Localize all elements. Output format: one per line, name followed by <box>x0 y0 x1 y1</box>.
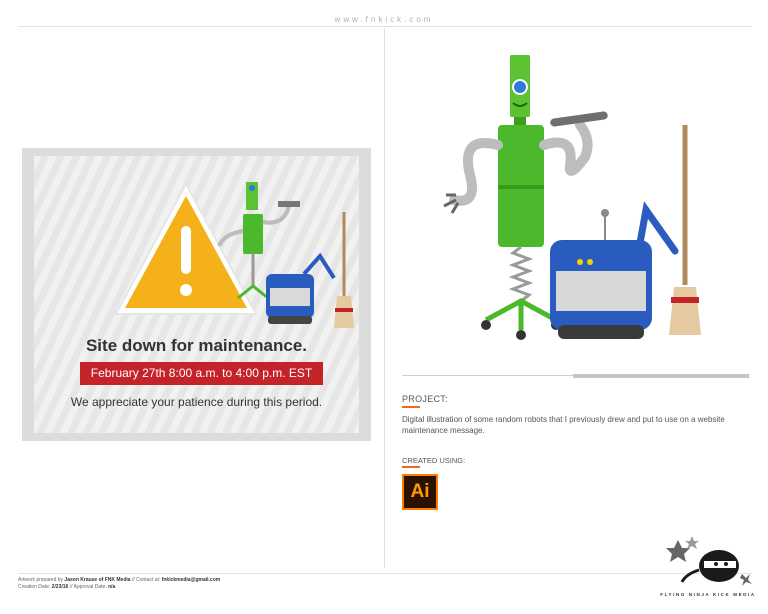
robot-neck <box>514 117 526 125</box>
footer-contact-prefix: // Contact at: <box>130 577 162 583</box>
maintenance-subtitle: We appreciate your patience during this … <box>70 395 323 409</box>
maintenance-mockup: Site down for maintenance. February 27th… <box>22 148 371 441</box>
ninja-eye-band <box>704 561 736 568</box>
robot-spring <box>508 245 534 303</box>
footer-created-date: 2/23/16 <box>51 584 69 590</box>
robot-left-arm <box>449 138 503 206</box>
footer-credits: Artwork prepared by Jason Krause of FNK … <box>18 577 220 591</box>
illustration-scroll-thumb[interactable] <box>573 374 749 378</box>
shuriken-icon-3 <box>740 574 752 586</box>
site-url: www.fnkick.com <box>334 15 434 24</box>
warning-robots-illustration <box>114 181 354 328</box>
blue-robot-antenna-tip <box>601 209 609 217</box>
robot-eye-icon <box>512 79 528 95</box>
project-description: Digital illustration of some random robo… <box>402 415 725 435</box>
created-using-heading: CREATED USING: <box>402 456 466 465</box>
green-robot-body <box>243 214 263 254</box>
ninja-tail <box>680 568 700 583</box>
footer-approval-date: n/a <box>108 584 116 590</box>
green-robot-eye <box>249 185 255 191</box>
footer-approval-prefix: // Approval Date: <box>68 584 109 590</box>
robots-illustration <box>443 55 701 340</box>
ninja-eye-right <box>724 562 728 566</box>
wrench-icon <box>278 201 300 207</box>
blue-robot-eye-right <box>587 259 593 265</box>
blue-robot-wheels <box>268 316 312 324</box>
project-heading: PROJECT: <box>402 394 448 404</box>
created-using-underline <box>402 466 420 468</box>
blue-robot-panel <box>270 288 310 306</box>
maintenance-mockup-canvas: Site down for maintenance. February 27th… <box>34 156 359 433</box>
maintenance-date-banner: February 27th 8:00 a.m. to 4:00 p.m. EST <box>80 362 323 385</box>
warning-exclamation-bar <box>181 226 191 274</box>
broom-band <box>671 297 699 303</box>
maintenance-title: Site down for maintenance. <box>85 336 308 355</box>
shuriken-icon-2 <box>685 536 699 549</box>
robot-wheel-left <box>481 320 491 330</box>
footer-line-1: Artwork prepared by Jason Krause of FNK … <box>18 577 220 584</box>
shuriken-icon-1 <box>666 540 690 562</box>
robot-wheel-center <box>516 330 526 340</box>
footer-email: fnkickmedia@gmail.com <box>161 577 221 583</box>
green-robot-right-arm <box>262 205 291 225</box>
robot-torso-seam <box>498 185 544 189</box>
broom-band <box>335 308 353 312</box>
project-heading-underline <box>402 406 420 408</box>
illustrator-icon: Ai <box>402 474 438 510</box>
footer-created-prefix: Creation Date: <box>18 584 52 590</box>
broom-icon <box>669 287 701 335</box>
blue-robot-wheels <box>558 325 644 339</box>
bottom-divider <box>18 573 752 574</box>
ninja-eye-left <box>714 562 718 566</box>
top-divider <box>18 26 752 27</box>
warning-exclamation-dot <box>180 284 192 296</box>
robot-right-arm <box>539 120 593 176</box>
footer-prefix: Artwork prepared by <box>18 577 65 583</box>
blue-robot-panel <box>556 271 646 311</box>
footer-line-2: Creation Date: 2/23/16 // Approval Date:… <box>18 584 220 591</box>
footer-author: Jason Krause of FNK Media <box>64 577 131 583</box>
blue-robot-eye-left <box>577 259 583 265</box>
center-divider <box>384 28 385 568</box>
brand-name: FLYING NINJA KICK MEDIA <box>660 592 756 597</box>
green-robot-left-arm <box>217 229 244 247</box>
ninja-logo-icon <box>666 536 752 586</box>
